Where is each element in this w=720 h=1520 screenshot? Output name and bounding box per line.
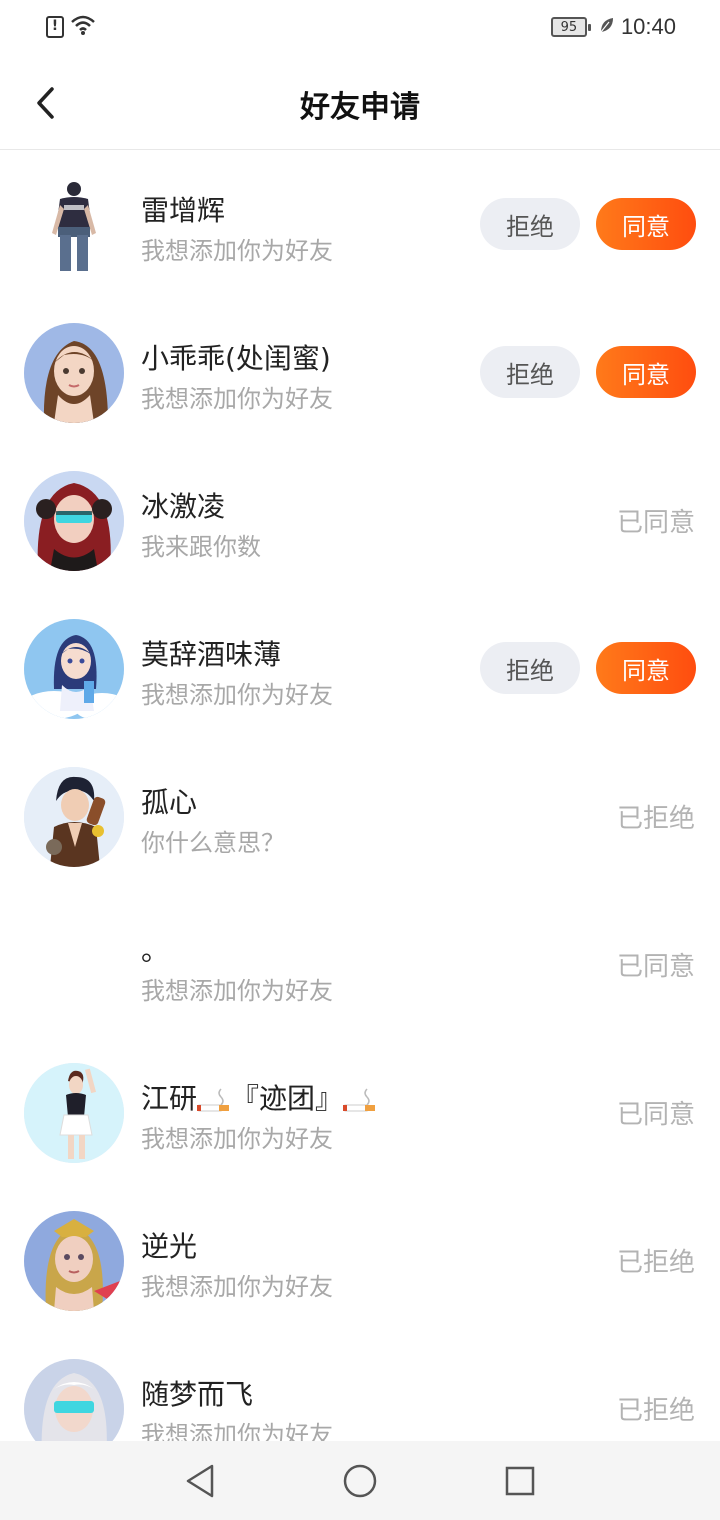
avatar[interactable] [24, 175, 124, 275]
accept-button[interactable]: 同意 [596, 642, 696, 694]
status-label: 已同意 [616, 952, 695, 982]
status-right: 95 10:40 [550, 14, 676, 40]
clock: 10:40 [620, 14, 676, 39]
battery-icon: 95 [550, 17, 591, 37]
request-message: 我想添加你为好友 [141, 1125, 333, 1153]
circle-home-icon[interactable] [340, 1461, 380, 1501]
list-item[interactable]: 小乖乖(处闺蜜) 我想添加你为好友 拒绝 同意 [0, 299, 720, 447]
status-label: 已拒绝 [616, 804, 695, 834]
request-message: 我想添加你为好友 [141, 977, 333, 1005]
leaf-icon [593, 16, 615, 38]
avatar[interactable] [24, 915, 124, 1015]
avatar[interactable] [24, 471, 124, 571]
status-label: 已同意 [616, 508, 695, 538]
triangle-back-icon[interactable] [180, 1461, 220, 1501]
avatar[interactable] [24, 1211, 124, 1311]
list-item[interactable]: 雷增辉 我想添加你为好友 拒绝 同意 [0, 151, 720, 299]
accept-button[interactable]: 同意 [596, 198, 696, 250]
requester-name: 。 [141, 934, 170, 967]
requester-name: 雷增辉 [141, 194, 226, 227]
requester-name: 莫辞酒味薄 [141, 638, 282, 671]
requester-name: 小乖乖(处闺蜜) [141, 342, 331, 375]
friend-requests-screen: 95 10:40 好友申请 [0, 0, 720, 1520]
request-list[interactable]: 雷增辉 我想添加你为好友 拒绝 同意 小乖乖(处闺蜜) 我想添加你为好友 拒绝 … [0, 151, 720, 1441]
requester-name: 随梦而飞 [141, 1378, 254, 1411]
request-message: 我想添加你为好友 [141, 1421, 333, 1441]
wifi-icon [70, 14, 96, 40]
list-item[interactable]: 孤心 你什么意思？ 已拒绝 [0, 743, 720, 891]
name-part: 『迹团』 [231, 1082, 344, 1115]
list-item[interactable]: 逆光 我想添加你为好友 已拒绝 [0, 1187, 720, 1335]
cigarette-icon [197, 1088, 230, 1112]
accept-button[interactable]: 同意 [596, 346, 696, 398]
list-item[interactable]: 随梦而飞 我想添加你为好友 已拒绝 [0, 1335, 720, 1441]
requester-name: 冰激凌 [141, 490, 226, 523]
avatar[interactable] [24, 1063, 124, 1163]
reject-button[interactable]: 拒绝 [480, 198, 580, 250]
status-label: 已拒绝 [616, 1396, 695, 1426]
requester-name: 孤心 [141, 786, 198, 819]
requester-name: 江研 『迹团』 [141, 1077, 377, 1117]
reject-button[interactable]: 拒绝 [480, 642, 580, 694]
list-item[interactable]: 莫辞酒味薄 我想添加你为好友 拒绝 同意 [0, 595, 720, 743]
reject-button[interactable]: 拒绝 [480, 346, 580, 398]
avatar[interactable] [24, 767, 124, 867]
status-bar: 95 10:40 [0, 0, 720, 56]
sim-alert-icon [46, 16, 64, 38]
list-item[interactable]: 冰激凌 我来跟你数 已同意 [0, 447, 720, 595]
request-message: 你什么意思？ [141, 829, 285, 857]
list-item[interactable]: 。 我想添加你为好友 已同意 [0, 891, 720, 1039]
square-recent-icon[interactable] [500, 1461, 540, 1501]
avatar[interactable] [24, 619, 124, 719]
status-label: 已同意 [616, 1100, 695, 1130]
requester-name: 逆光 [141, 1230, 198, 1263]
status-label: 已拒绝 [616, 1248, 695, 1278]
list-item[interactable]: 江研 『迹团』 我想添加你为好友 已同意 [0, 1039, 720, 1187]
request-message: 我想添加你为好友 [141, 681, 333, 709]
request-message: 我想添加你为好友 [141, 1273, 333, 1301]
header: 好友申请 [0, 56, 720, 150]
system-nav-bar [0, 1441, 720, 1520]
status-left [46, 14, 96, 40]
request-message: 我想添加你为好友 [141, 385, 333, 413]
avatar[interactable] [24, 1359, 124, 1441]
request-message: 我来跟你数 [141, 533, 261, 561]
name-part: 江研 [141, 1082, 198, 1115]
page-title: 好友申请 [300, 90, 420, 125]
request-message: 我想添加你为好友 [141, 237, 333, 265]
cigarette-icon [343, 1088, 376, 1112]
avatar[interactable] [24, 323, 124, 423]
